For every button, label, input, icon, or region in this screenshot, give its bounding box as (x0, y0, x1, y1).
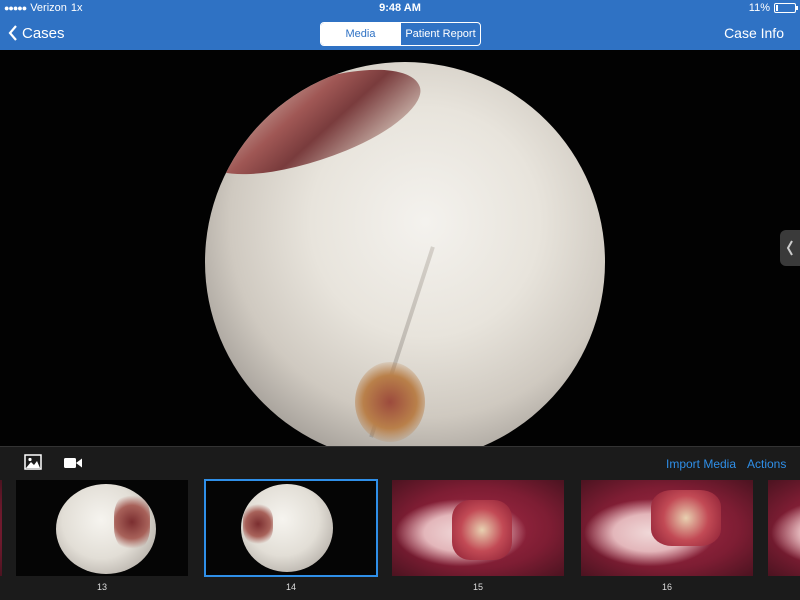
chevron-left-icon (8, 25, 17, 41)
tab-media[interactable]: Media (321, 23, 400, 45)
thumbnail-15[interactable] (392, 480, 564, 576)
status-bar: ●●●●● Verizon 1x 9:48 AM 11% (0, 0, 800, 16)
back-button-label: Cases (22, 24, 65, 42)
thumbnail-image (452, 500, 512, 560)
back-button[interactable]: Cases (8, 16, 65, 50)
tab-patient-report[interactable]: Patient Report (400, 23, 480, 45)
thumbnail[interactable] (0, 480, 2, 576)
navigation-bar: Cases Media Patient Report Case Info (0, 16, 800, 50)
side-panel-handle[interactable] (780, 230, 800, 266)
tissue-region (205, 62, 432, 203)
arthroscopy-image (205, 62, 605, 446)
battery-percent: 11% (748, 2, 770, 14)
thumbnail-14[interactable] (204, 479, 378, 577)
thumbnail-strip[interactable]: 13 14 15 16 (0, 476, 800, 600)
photo-icon[interactable] (24, 454, 42, 475)
thumbnail-17[interactable] (768, 480, 800, 576)
case-info-button[interactable]: Case Info (724, 16, 784, 50)
tissue-region (243, 504, 273, 544)
video-camera-icon[interactable] (64, 456, 82, 474)
thumbnail-13[interactable] (16, 480, 188, 576)
thumbnail-label: 15 (472, 582, 483, 592)
thumbnail-image (56, 484, 156, 574)
media-viewer[interactable] (0, 50, 800, 446)
view-segmented-control: Media Patient Report (320, 22, 481, 46)
status-right: 11% (748, 0, 798, 16)
thumbnail-16[interactable] (581, 480, 753, 576)
tissue-region (114, 494, 150, 550)
thumbnail-image (241, 484, 333, 572)
chevron-left-icon (786, 240, 793, 256)
actions-button[interactable]: Actions (747, 447, 786, 477)
thumbnail-image (651, 490, 721, 546)
thumbnail-label: 13 (96, 582, 107, 592)
thumbnail-label: 16 (661, 582, 672, 592)
status-time: 9:48 AM (379, 2, 421, 14)
battery-fill (776, 5, 778, 11)
media-toolbar: Import Media Actions (0, 446, 800, 477)
import-media-button[interactable]: Import Media (666, 447, 736, 477)
tissue-region (355, 362, 425, 442)
battery-icon (774, 3, 798, 13)
thumbnail-label: 14 (285, 582, 296, 592)
